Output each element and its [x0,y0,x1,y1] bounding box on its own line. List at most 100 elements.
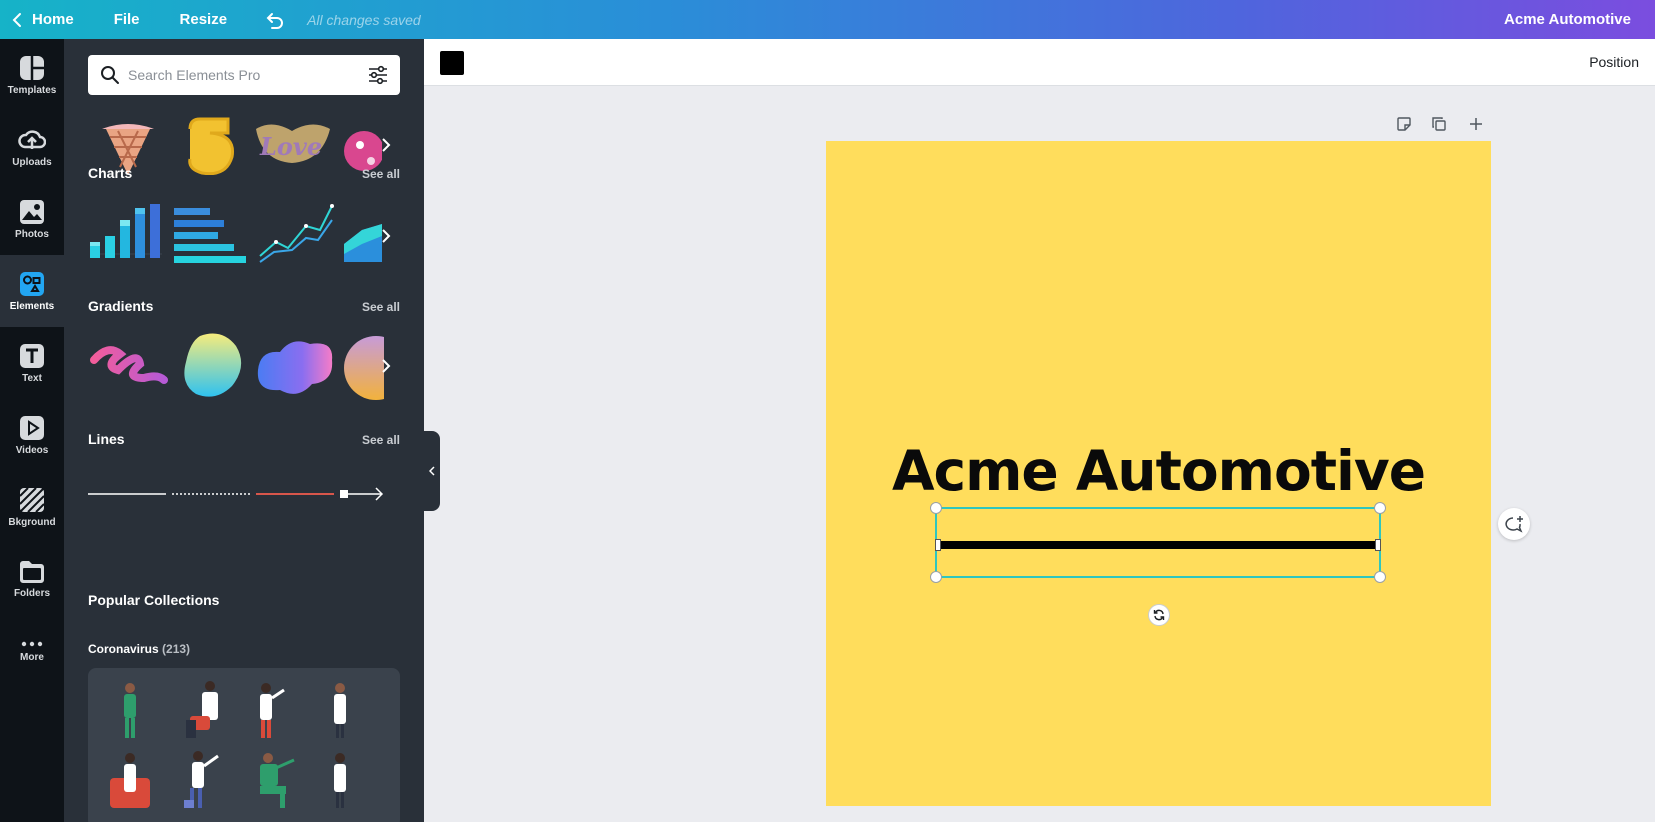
rotate-handle[interactable] [1148,604,1170,626]
gradients-next-button[interactable] [372,352,400,380]
arrow-line-thumbnail[interactable] [338,459,386,531]
rail-item-folders[interactable]: Folders [0,543,64,615]
resize-handle-top-left[interactable] [930,502,942,514]
text-color-swatch[interactable] [440,51,464,75]
svg-text:Love: Love [259,132,322,161]
line-chart-thumbnail[interactable] [258,200,334,272]
rail-label: Elements [9,300,55,312]
love-lettering-sticker[interactable]: Love [252,89,332,175]
charts-row [88,200,400,272]
left-rail: Templates Uploads Photos Elements Text V… [0,39,64,822]
headline-text[interactable]: Acme Automotive [826,444,1491,499]
lines-heading: Lines [88,431,125,447]
ice-cream-sticker[interactable] [88,89,168,175]
elements-panel: Love Charts See all [64,39,424,822]
search-icon [100,65,120,85]
rail-item-text[interactable]: Text [0,327,64,399]
coronavirus-collection-card[interactable] [88,668,400,822]
editor-toolbar: Position [424,39,1655,86]
red-line-thumbnail[interactable] [256,459,334,531]
selected-line-element[interactable] [930,502,1386,583]
rail-label: Videos [15,444,49,456]
comment-icon [1505,516,1523,533]
bar-chart-thumbnail[interactable] [88,200,164,272]
charts-heading: Charts [88,165,133,181]
number-sticker[interactable] [180,89,244,175]
resize-handle-bottom-right[interactable] [1374,571,1386,583]
rail-item-more[interactable]: More [0,615,64,687]
top-bar: Home File Resize All changes saved Acme … [0,0,1655,39]
horizontal-bar-chart-thumbnail[interactable] [174,200,250,272]
home-button[interactable]: Home [12,11,74,28]
charts-next-button[interactable] [372,222,400,250]
rail-item-videos[interactable]: Videos [0,399,64,471]
video-icon [20,415,44,440]
rail-item-background[interactable]: Bkground [0,471,64,543]
design-canvas[interactable]: Acme Automotive [826,141,1491,806]
line-start-handle[interactable] [935,539,941,551]
chevron-right-icon [382,138,391,152]
elements-icon [20,271,44,296]
rail-item-templates[interactable]: Templates [0,39,64,111]
undo-button[interactable] [265,11,285,29]
gradient-blob-purple[interactable] [254,330,334,402]
rail-label: Bkground [8,516,56,528]
add-page-button[interactable] [1465,113,1487,135]
rail-item-elements[interactable]: Elements [0,255,64,327]
rail-label: Photos [15,228,49,240]
rail-label: Uploads [12,156,52,168]
chevron-left-icon [12,12,21,27]
filter-icon[interactable] [368,65,388,85]
folder-icon [20,560,44,583]
chevron-right-icon [382,229,391,243]
rotate-icon [1153,609,1165,621]
line-end-handle[interactable] [1375,539,1381,551]
gradients-heading: Gradients [88,298,154,314]
chevron-right-icon [382,359,391,373]
photos-icon [20,199,44,224]
collection-name: Coronavirus [88,642,159,656]
gradient-brush-stroke[interactable] [88,330,168,402]
duplicate-page-button[interactable] [1428,113,1450,135]
collapse-panel-button[interactable] [424,431,440,511]
dotted-line-thumbnail[interactable] [172,459,250,531]
more-icon [21,641,43,646]
undo-icon [266,12,283,29]
add-note-button[interactable] [1393,113,1415,135]
resize-button[interactable]: Resize [180,11,228,28]
upload-icon [18,130,46,149]
doctors-illustrations [110,681,346,808]
collection-count: (213) [162,642,191,656]
gradient-blob-aqua[interactable] [178,330,248,402]
home-label: Home [32,11,74,28]
rail-item-uploads[interactable]: Uploads [0,111,64,183]
gradients-row [88,330,400,402]
resize-handle-bottom-left[interactable] [930,571,942,583]
background-icon [19,486,45,513]
save-status: All changes saved [307,11,421,28]
text-icon [20,343,44,368]
gradients-see-all[interactable]: See all [362,300,400,314]
position-button[interactable]: Position [1589,54,1639,70]
add-comment-button[interactable] [1498,508,1530,540]
search-input[interactable] [128,67,358,83]
charts-see-all[interactable]: See all [362,167,400,181]
resize-handle-top-right[interactable] [1374,502,1386,514]
lines-see-all[interactable]: See all [362,433,400,447]
rail-item-photos[interactable]: Photos [0,183,64,255]
line-shape [939,541,1377,549]
stickers-next-button[interactable] [372,131,400,159]
solid-line-thumbnail[interactable] [88,459,166,531]
document-title[interactable]: Acme Automotive [1504,11,1631,28]
rail-label: Folders [13,587,51,599]
plus-icon [1470,118,1482,130]
collection-title[interactable]: Coronavirus (213) [88,642,190,656]
templates-icon [20,55,44,80]
note-icon [1397,117,1411,131]
rail-label: Text [22,372,42,384]
file-menu[interactable]: File [114,11,140,28]
lines-row [88,459,400,531]
top-nav: Home File Resize All changes saved [0,0,421,39]
rail-label: More [20,651,44,663]
rail-label: Templates [7,84,57,96]
